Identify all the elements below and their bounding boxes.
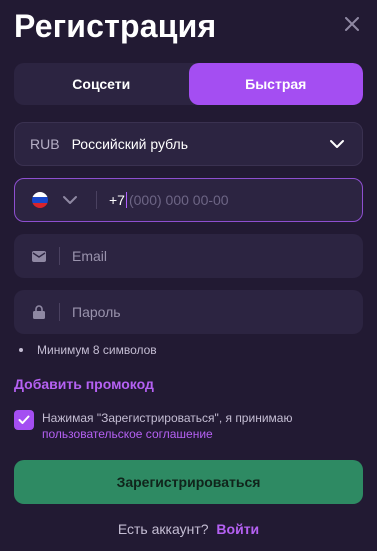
currency-name: Российский рубль bbox=[71, 136, 189, 152]
registration-tabs: Соцсети Быстрая bbox=[14, 63, 363, 105]
close-icon bbox=[345, 17, 359, 31]
email-input[interactable]: Email bbox=[72, 248, 107, 264]
registration-modal: Регистрация Соцсети Быстрая RUB Российск… bbox=[0, 0, 377, 551]
phone-input[interactable]: (000) 000 00-00 bbox=[129, 192, 229, 208]
currency-select[interactable]: RUB Российский рубль bbox=[14, 122, 363, 166]
tab-quick[interactable]: Быстрая bbox=[188, 63, 363, 105]
modal-title: Регистрация bbox=[14, 8, 217, 44]
field-divider bbox=[59, 247, 60, 265]
lock-icon bbox=[31, 304, 47, 320]
phone-field[interactable]: +7 (000) 000 00-00 bbox=[14, 178, 363, 222]
login-row: Есть аккаунт? Войти bbox=[0, 521, 377, 537]
chevron-down-icon bbox=[328, 135, 346, 153]
add-promocode-link[interactable]: Добавить промокод bbox=[14, 376, 154, 392]
user-agreement-link[interactable]: пользовательское соглашение bbox=[42, 426, 292, 442]
checkmark-icon bbox=[18, 415, 30, 424]
field-divider bbox=[59, 303, 60, 321]
close-button[interactable] bbox=[341, 13, 363, 35]
phone-divider bbox=[96, 191, 97, 209]
currency-code: RUB bbox=[30, 136, 60, 152]
email-field[interactable]: Email bbox=[14, 234, 363, 278]
password-input[interactable]: Пароль bbox=[72, 304, 121, 320]
login-link[interactable]: Войти bbox=[216, 521, 259, 537]
bullet-icon bbox=[19, 348, 23, 352]
agreement-text: Нажимая "Зарегистрироваться", я принимаю… bbox=[42, 410, 292, 442]
country-chevron-down-icon[interactable] bbox=[62, 191, 80, 209]
russia-flag-icon[interactable] bbox=[32, 192, 48, 208]
envelope-icon bbox=[31, 248, 47, 264]
agreement-text-main: Нажимая "Зарегистрироваться", я принимаю bbox=[42, 411, 293, 425]
agreement-row: Нажимая "Зарегистрироваться", я принимаю… bbox=[14, 410, 363, 442]
register-button[interactable]: Зарегистрироваться bbox=[14, 460, 363, 504]
password-field[interactable]: Пароль bbox=[14, 290, 363, 334]
tab-social[interactable]: Соцсети bbox=[14, 63, 189, 105]
password-hint: Минимум 8 символов bbox=[19, 343, 157, 357]
login-question: Есть аккаунт? bbox=[117, 521, 209, 537]
password-hint-text: Минимум 8 символов bbox=[37, 343, 157, 357]
text-caret bbox=[125, 192, 127, 208]
agreement-checkbox[interactable] bbox=[14, 410, 34, 430]
phone-prefix: +7 bbox=[109, 192, 125, 208]
